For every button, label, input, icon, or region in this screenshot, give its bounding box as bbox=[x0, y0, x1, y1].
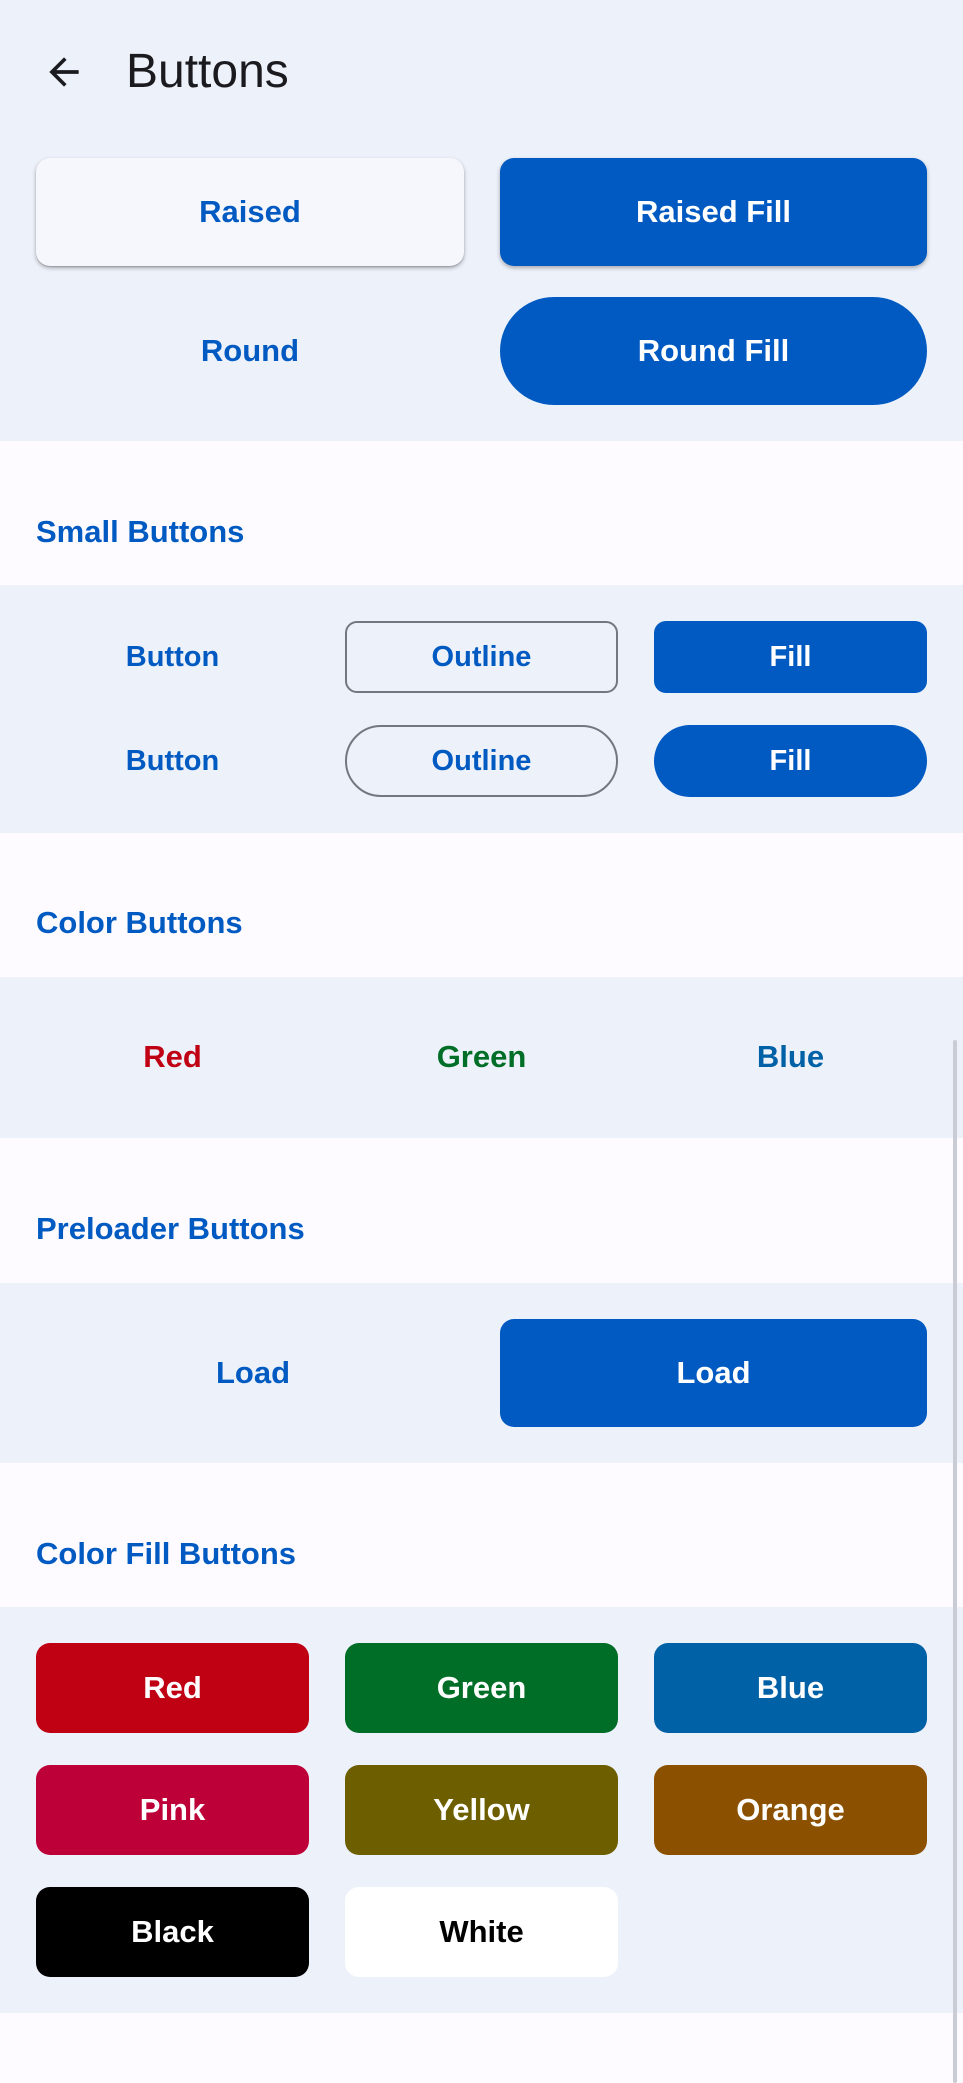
red-fill-button[interactable]: Red bbox=[36, 1643, 309, 1733]
arrow-left-icon bbox=[49, 57, 79, 87]
yellow-fill-button[interactable]: Yellow bbox=[345, 1765, 618, 1855]
color-buttons-block: Red Green Blue bbox=[0, 977, 963, 1138]
raised-button[interactable]: Raised bbox=[36, 158, 464, 266]
round-fill-button[interactable]: Round Fill bbox=[500, 297, 927, 405]
scrollbar[interactable] bbox=[953, 1040, 957, 2083]
navbar: Buttons bbox=[0, 0, 963, 143]
small-buttons-block: Button Outline Fill Button Outline Fill bbox=[0, 585, 963, 833]
preloader-buttons-block: Load Load bbox=[0, 1283, 963, 1463]
load-fill-button[interactable]: Load bbox=[500, 1319, 927, 1427]
small-buttons-title: Small Buttons bbox=[36, 514, 245, 549]
small-round-outline-button[interactable]: Outline bbox=[345, 725, 618, 797]
page-title: Buttons bbox=[126, 45, 289, 98]
raised-round-block: Raised Raised Fill Round Round Fill bbox=[0, 143, 963, 441]
back-button[interactable] bbox=[36, 44, 92, 100]
blue-fill-button[interactable]: Blue bbox=[654, 1643, 927, 1733]
color-fill-buttons-title: Color Fill Buttons bbox=[36, 1536, 297, 1571]
small-outline-button[interactable]: Outline bbox=[345, 621, 618, 693]
preloader-buttons-title: Preloader Buttons bbox=[36, 1211, 305, 1246]
round-button[interactable]: Round bbox=[36, 297, 464, 405]
green-button[interactable]: Green bbox=[345, 1021, 618, 1093]
small-round-fill-button[interactable]: Fill bbox=[654, 725, 927, 797]
color-buttons-title: Color Buttons bbox=[36, 905, 243, 940]
black-fill-button[interactable]: Black bbox=[36, 1887, 309, 1977]
white-fill-button[interactable]: White bbox=[345, 1887, 618, 1977]
pink-fill-button[interactable]: Pink bbox=[36, 1765, 309, 1855]
orange-fill-button[interactable]: Orange bbox=[654, 1765, 927, 1855]
green-fill-button[interactable]: Green bbox=[345, 1643, 618, 1733]
small-fill-button[interactable]: Fill bbox=[654, 621, 927, 693]
small-round-button[interactable]: Button bbox=[36, 725, 309, 797]
raised-fill-button[interactable]: Raised Fill bbox=[500, 158, 927, 266]
load-button[interactable]: Load bbox=[36, 1319, 470, 1427]
red-button[interactable]: Red bbox=[36, 1021, 309, 1093]
blue-button[interactable]: Blue bbox=[654, 1021, 927, 1093]
small-button[interactable]: Button bbox=[36, 621, 309, 693]
color-fill-buttons-block: Red Green Blue Pink Yellow Orange Black … bbox=[0, 1607, 963, 2013]
